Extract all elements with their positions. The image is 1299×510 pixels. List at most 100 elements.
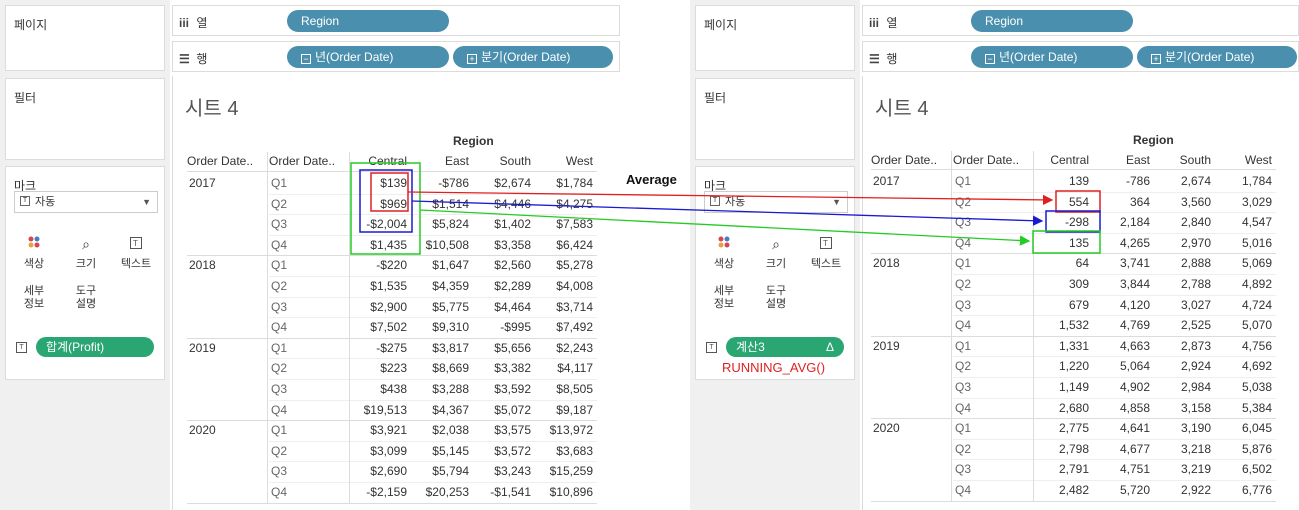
text-button[interactable]: T 텍스트 [114,231,158,271]
column-header-central[interactable]: Central [345,154,407,168]
quarter-label[interactable]: Q4 [271,235,287,255]
quarter-label[interactable]: Q4 [271,317,287,337]
region-pill[interactable]: Region [287,10,449,32]
quarter-label[interactable]: Q4 [955,315,971,335]
quarter-label[interactable]: Q2 [271,441,287,461]
order-date-year-header[interactable]: Order Date.. [187,154,253,168]
column-header-central[interactable]: Central [1029,153,1089,167]
table-cell-east[interactable]: 4,641 [1090,418,1150,438]
table-cell-central[interactable]: 554 [1029,192,1089,212]
table-cell-east[interactable]: $10,508 [407,235,469,255]
table-cell-central[interactable]: 2,791 [1029,459,1089,479]
quarter-label[interactable]: Q3 [271,379,287,399]
table-cell-central[interactable]: -$220 [345,255,407,275]
table-cell-east[interactable]: 3,741 [1090,253,1150,273]
table-cell-west[interactable]: $6,424 [531,235,593,255]
color-button[interactable]: 색상 [12,231,56,271]
table-cell-south[interactable]: $3,592 [469,379,531,399]
table-cell-south[interactable]: $4,464 [469,297,531,317]
mark-type-dropdown[interactable]: T 자동 ▼ [704,191,848,213]
table-cell-west[interactable]: $4,008 [531,276,593,296]
year-label[interactable]: 2017 [873,171,900,191]
columns-shelf[interactable]: iii 열 Region [862,5,1299,36]
quarter-label[interactable]: Q1 [271,338,287,358]
rows-shelf[interactable]: ☰ 행 − 년(Order Date) + 분기(Order Date) [862,41,1299,72]
table-cell-east[interactable]: 4,265 [1090,233,1150,253]
table-cell-central[interactable]: 1,532 [1029,315,1089,335]
columns-shelf[interactable]: iii 열 Region [172,5,620,36]
table-cell-west[interactable]: 6,045 [1212,418,1272,438]
rows-shelf[interactable]: ☰ 행 − 년(Order Date) + 분기(Order Date) [172,41,620,72]
column-header-south[interactable]: South [469,154,531,168]
table-cell-central[interactable]: -298 [1029,212,1089,232]
column-header-east[interactable]: East [1090,153,1150,167]
year-pill[interactable]: − 년(Order Date) [287,46,449,68]
quarter-label[interactable]: Q1 [955,336,971,356]
quarter-label[interactable]: Q1 [271,420,287,440]
table-cell-central[interactable]: $7,502 [345,317,407,337]
quarter-label[interactable]: Q2 [955,192,971,212]
quarter-label[interactable]: Q1 [955,253,971,273]
table-cell-south[interactable]: 3,158 [1151,398,1211,418]
table-cell-west[interactable]: $4,117 [531,358,593,378]
table-cell-west[interactable]: 4,692 [1212,356,1272,376]
table-cell-east[interactable]: $3,288 [407,379,469,399]
order-date-year-header[interactable]: Order Date.. [871,153,937,167]
table-cell-central[interactable]: $3,099 [345,441,407,461]
table-cell-south[interactable]: $5,072 [469,400,531,420]
table-cell-south[interactable]: 2,970 [1151,233,1211,253]
mark-type-dropdown[interactable]: T 자동 ▼ [14,191,158,213]
filters-card[interactable]: 필터 [695,78,855,160]
table-cell-west[interactable]: 6,776 [1212,480,1272,500]
table-cell-east[interactable]: $4,367 [407,400,469,420]
table-cell-central[interactable]: $3,921 [345,420,407,440]
table-cell-east[interactable]: 4,858 [1090,398,1150,418]
table-cell-south[interactable]: 2,922 [1151,480,1211,500]
column-header-west[interactable]: West [1212,153,1272,167]
quarter-label[interactable]: Q2 [271,194,287,214]
table-cell-west[interactable]: 5,016 [1212,233,1272,253]
quarter-label[interactable]: Q3 [955,295,971,315]
table-cell-east[interactable]: $1,514 [407,194,469,214]
quarter-label[interactable]: Q3 [271,214,287,234]
table-cell-south[interactable]: 2,924 [1151,356,1211,376]
quarter-label[interactable]: Q4 [955,480,971,500]
table-cell-south[interactable]: $1,402 [469,214,531,234]
table-cell-south[interactable]: 2,984 [1151,377,1211,397]
table-cell-east[interactable]: -786 [1090,171,1150,191]
table-cell-west[interactable]: 6,502 [1212,459,1272,479]
table-cell-east[interactable]: 2,184 [1090,212,1150,232]
table-cell-south[interactable]: $2,674 [469,173,531,193]
table-cell-south[interactable]: 2,525 [1151,315,1211,335]
table-cell-south[interactable]: 2,888 [1151,253,1211,273]
table-cell-central[interactable]: $969 [345,194,407,214]
year-label[interactable]: 2020 [189,420,216,440]
year-label[interactable]: 2019 [189,338,216,358]
table-cell-east[interactable]: $2,038 [407,420,469,440]
table-cell-central[interactable]: 1,331 [1029,336,1089,356]
tooltip-button[interactable]: 도구 설명 [64,285,108,321]
table-cell-south[interactable]: 2,840 [1151,212,1211,232]
pages-card[interactable]: 페이지 [695,5,855,71]
table-cell-west[interactable]: $3,714 [531,297,593,317]
table-cell-central[interactable]: $1,435 [345,235,407,255]
year-label[interactable]: 2018 [873,253,900,273]
table-cell-south[interactable]: 2,873 [1151,336,1211,356]
table-cell-west[interactable]: $10,896 [531,482,593,502]
table-cell-west[interactable]: 5,070 [1212,315,1272,335]
table-cell-west[interactable]: 5,038 [1212,377,1272,397]
quarter-pill[interactable]: + 분기(Order Date) [1137,46,1297,68]
quarter-label[interactable]: Q2 [955,439,971,459]
table-cell-east[interactable]: 4,663 [1090,336,1150,356]
table-cell-south[interactable]: $3,358 [469,235,531,255]
quarter-label[interactable]: Q4 [271,400,287,420]
table-cell-east[interactable]: $20,253 [407,482,469,502]
table-cell-central[interactable]: $19,513 [345,400,407,420]
quarter-pill[interactable]: + 분기(Order Date) [453,46,613,68]
quarter-label[interactable]: Q3 [271,297,287,317]
quarter-label[interactable]: Q2 [955,274,971,294]
region-pill[interactable]: Region [971,10,1133,32]
table-cell-east[interactable]: 4,751 [1090,459,1150,479]
quarter-label[interactable]: Q3 [955,377,971,397]
table-cell-south[interactable]: 2,674 [1151,171,1211,191]
